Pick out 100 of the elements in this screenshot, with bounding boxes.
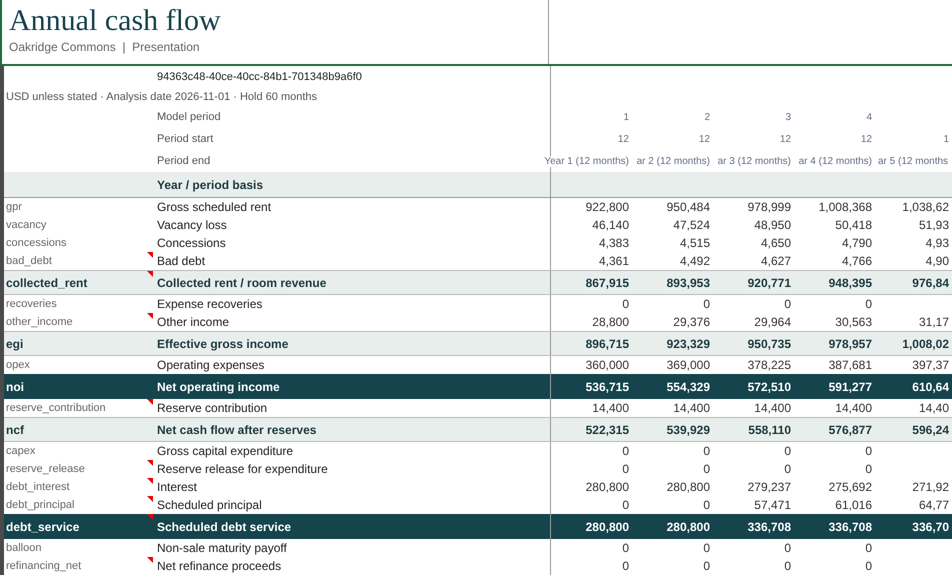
row-label: Scheduled principal (157, 498, 262, 512)
value-text: 867,915 (586, 276, 629, 290)
value-text: 0 (622, 444, 629, 458)
row-label: Reserve contribution (157, 401, 268, 415)
value-text: 4,790 (842, 236, 872, 250)
value-text: 0 (865, 297, 872, 311)
value-text: 1 (623, 112, 629, 122)
value-text: 4,650 (760, 236, 791, 250)
value-text: 922,800 (586, 200, 629, 214)
value-text: 1,038,62 (902, 200, 949, 214)
value-text: ar 4 (12 months) (798, 156, 872, 166)
value-text: 1,008,02 (902, 336, 949, 350)
value-text: 0 (622, 297, 629, 311)
sheet-title: Annual cash flow (9, 4, 222, 38)
row-key: collected_rent (6, 276, 88, 290)
value-text: 893,953 (666, 276, 710, 290)
row-label: Expense recoveries (157, 297, 262, 311)
value-text: 4,515 (680, 236, 710, 250)
row-label: Collected rent / room revenue (157, 276, 326, 290)
value-text: 4,492 (680, 254, 710, 268)
value-text: 591,277 (828, 380, 872, 394)
section-title: Year / period basis (157, 178, 264, 192)
value-text: 280,800 (666, 480, 710, 494)
row-label: Net operating income (157, 380, 280, 394)
value-text: 57,471 (754, 498, 791, 512)
value-text: 948,395 (828, 276, 872, 290)
row-key: concessions (6, 237, 67, 249)
row-label: Bad debt (157, 254, 206, 268)
row-label: Gross capital expenditure (157, 444, 294, 458)
value-text: 0 (622, 462, 629, 476)
value-text: 336,70 (912, 520, 949, 534)
value-text: 536,715 (586, 380, 629, 394)
value-text: 978,999 (748, 200, 791, 214)
value-text: 28,800 (592, 315, 629, 329)
value-text: 12 (698, 134, 710, 144)
value-text: 2 (704, 112, 710, 122)
value-text: 4,627 (760, 254, 791, 268)
value-text: 4 (866, 112, 872, 122)
value-text: 14,400 (592, 401, 629, 415)
row-key: noi (6, 380, 24, 394)
value-text: 29,376 (673, 315, 710, 329)
row-label: Net cash flow after reserves (157, 422, 316, 436)
value-text: 0 (703, 444, 710, 458)
value-text: 4,383 (598, 236, 629, 250)
value-text: 0 (784, 541, 791, 555)
sheet-subtitle: Oakridge Commons | Presentation (9, 40, 201, 54)
row-key: reserve_release (6, 463, 85, 475)
row-label: Net refinance proceeds (157, 559, 282, 573)
scenario-id: 94363c48-40ce-40cc-84b1-701348b9a6f0 (157, 71, 362, 83)
value-text: 47,524 (673, 218, 710, 232)
row-key: ncf (6, 422, 24, 436)
value-text: 397,37 (912, 358, 949, 372)
row-label: Interest (157, 480, 198, 494)
value-text: 0 (703, 559, 710, 573)
row-label: Reserve release for expenditure (157, 462, 328, 476)
value-text: ar 5 (12 months (878, 156, 948, 166)
value-text: 0 (784, 444, 791, 458)
row-key: bad_debt (6, 255, 52, 267)
value-text: 0 (703, 297, 710, 311)
value-text: 14,400 (754, 401, 791, 415)
value-text: 30,563 (835, 315, 872, 329)
value-text: 14,400 (835, 401, 872, 415)
value-text: Year 1 (12 months) (544, 156, 629, 166)
value-text: 280,800 (586, 480, 629, 494)
value-text: 4,766 (842, 254, 872, 268)
value-text: 0 (865, 444, 872, 458)
value-text: 46,140 (592, 218, 629, 232)
row-key: vacancy (6, 219, 46, 231)
value-text: 0 (784, 297, 791, 311)
value-text: 275,692 (828, 480, 872, 494)
row-label: Other income (157, 315, 230, 329)
value-text: 61,016 (835, 498, 872, 512)
value-text: 14,400 (673, 401, 710, 415)
value-text: 596,24 (912, 422, 949, 436)
row-label: Operating expenses (157, 358, 264, 372)
row-key: capex (6, 445, 36, 457)
row-key: reserve_contribution (6, 402, 106, 414)
value-text: 1,008,368 (818, 200, 872, 214)
row-label: Vacancy loss (157, 218, 227, 232)
value-text: 978,957 (828, 336, 872, 350)
value-text: 923,329 (666, 336, 710, 350)
value-text: 280,800 (586, 520, 629, 534)
value-text: 12 (780, 134, 791, 144)
value-text: 0 (622, 559, 629, 573)
value-text: 0 (865, 462, 872, 476)
value-text: 572,510 (748, 380, 791, 394)
value-text: 12 (618, 134, 629, 144)
row-key: recoveries (6, 298, 57, 310)
value-text: 4,361 (598, 254, 629, 268)
value-text: 64,77 (918, 498, 949, 512)
value-text: 554,329 (666, 380, 710, 394)
value-text: 0 (622, 541, 629, 555)
analysis-note: USD unless stated · Analysis date 2026-11-01 · Hold 60 months (6, 91, 318, 103)
value-text: 0 (784, 462, 791, 476)
value-text: 378,225 (748, 358, 791, 372)
value-text: 280,800 (666, 520, 710, 534)
value-text: 558,110 (748, 422, 791, 436)
period-label: Model period (157, 111, 221, 123)
value-text: 610,64 (912, 380, 949, 394)
row-key: balloon (6, 542, 42, 554)
